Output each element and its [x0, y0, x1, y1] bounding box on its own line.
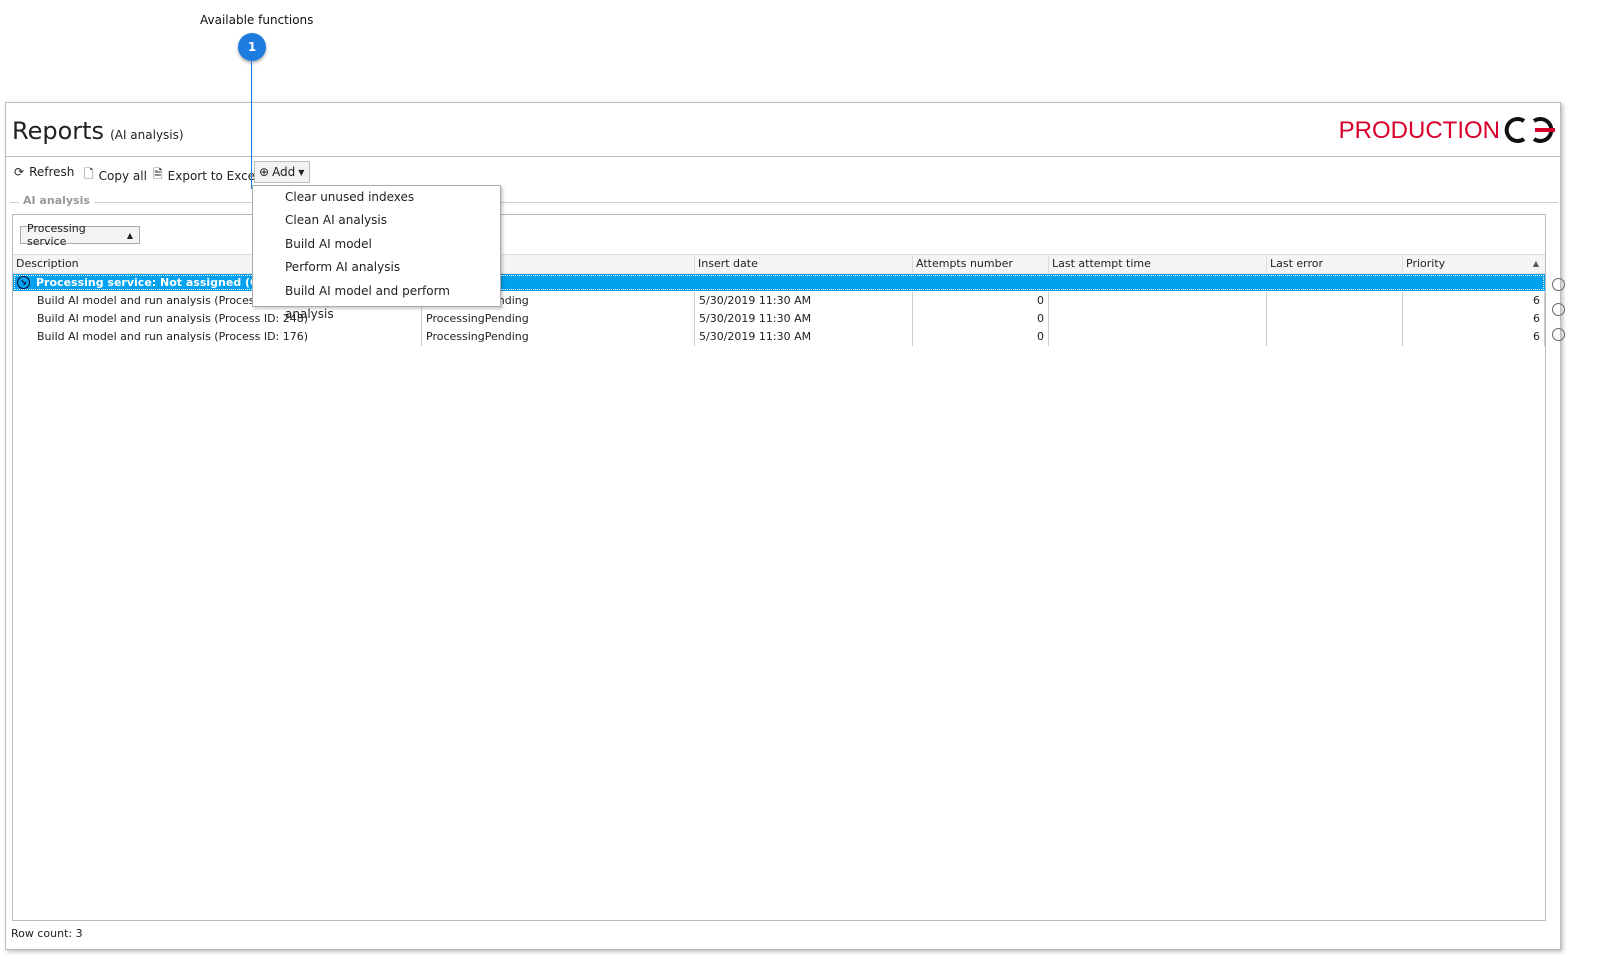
cell-last-attempt [1049, 310, 1267, 328]
cell-insert-date: 5/30/2019 11:30 AM [695, 328, 913, 346]
cell-priority: 6 [1403, 310, 1545, 328]
cell-last-error [1267, 310, 1403, 328]
add-label: Add [272, 165, 296, 179]
cell-description: Build AI model and run analysis (Process… [33, 310, 422, 328]
row-count: Row count: 3 [11, 927, 83, 940]
side-icon[interactable] [1552, 278, 1565, 291]
cell-priority: 6 [1403, 328, 1545, 346]
sort-up-icon: ▲ [1532, 259, 1539, 268]
col-insert-date[interactable]: Insert date [695, 255, 913, 273]
cell-insert-date: 5/30/2019 11:30 AM [695, 310, 913, 328]
refresh-icon: ⟳ [14, 165, 25, 179]
group-row[interactable]: ↘ Processing service: Not assigned (Count [13, 274, 1545, 291]
cell-attempts: 0 [913, 310, 1049, 328]
table-row[interactable]: Build AI model and run analysis (Process… [33, 328, 1545, 346]
cell-last-attempt [1049, 328, 1267, 346]
col-priority[interactable]: Priority ▲ [1403, 255, 1545, 273]
menu-item-build-and-perform[interactable]: Build AI model and perform analysis [253, 280, 500, 321]
group-label: AI analysis [19, 194, 94, 207]
table-row[interactable]: Build AI model and run analysis (Process… [33, 310, 1545, 328]
menu-item-clear-unused-indexes[interactable]: Clear unused indexes [253, 186, 500, 209]
menu-item-build-ai-model[interactable]: Build AI model [253, 233, 500, 256]
chevron-down-icon: ▼ [298, 167, 305, 177]
title-text: Reports [12, 117, 105, 145]
group-divider [10, 202, 1558, 203]
add-dropdown-button[interactable]: ⊕ Add ▼ [254, 161, 310, 183]
copy-icon: 🗋 [84, 167, 94, 181]
collapse-icon[interactable]: ↘ [17, 276, 30, 289]
cell-status: ProcessingPending [422, 328, 695, 346]
side-icon[interactable] [1552, 303, 1565, 316]
cell-attempts: 0 [913, 292, 1049, 310]
col-last-attempt[interactable]: Last attempt time [1049, 255, 1267, 273]
header-divider [6, 156, 1560, 157]
subtitle-text: (AI analysis) [110, 128, 184, 142]
copy-all-label: Copy all [98, 168, 147, 183]
data-grid: Processing service ▲ Description Insert d… [12, 214, 1546, 921]
cell-insert-date: 5/30/2019 11:30 AM [695, 292, 913, 310]
refresh-label: Refresh [29, 165, 75, 179]
cell-last-error [1267, 328, 1403, 346]
company-logo [1504, 117, 1555, 143]
grid-header: Description Insert date Attempts number … [13, 254, 1545, 274]
cell-description: Build AI model and run analysis (Process… [33, 328, 422, 346]
page-title: Reports (AI analysis) [12, 117, 184, 145]
copy-all-button[interactable]: 🗋 Copy all [84, 165, 147, 186]
group-label-text: AI analysis [23, 194, 90, 207]
callout-badge: 1 [238, 33, 266, 61]
cell-priority: 6 [1403, 292, 1545, 310]
export-excel-button[interactable]: 🗎 Export to Excel [153, 165, 258, 186]
add-menu: Clear unused indexes Clean AI analysis B… [252, 185, 501, 321]
menu-item-clean-ai-analysis[interactable]: Clean AI analysis [253, 209, 500, 232]
priority-label: Priority [1406, 257, 1446, 270]
cell-status: ProcessingPending [422, 310, 695, 328]
col-last-error[interactable]: Last error [1267, 255, 1403, 273]
export-label: Export to Excel [167, 168, 259, 183]
groupby-label: Processing service [27, 222, 86, 248]
environment-label: PRODUCTION [1338, 117, 1500, 144]
callout-line [251, 61, 252, 189]
excel-icon: 🗎 [153, 167, 163, 181]
refresh-button[interactable]: ⟳ Refresh [14, 165, 74, 179]
sort-up-icon: ▲ [126, 230, 133, 240]
cell-attempts: 0 [913, 328, 1049, 346]
cell-last-attempt [1049, 292, 1267, 310]
cell-last-error [1267, 292, 1403, 310]
callout-label: Available functions [200, 13, 314, 27]
menu-item-perform-ai-analysis[interactable]: Perform AI analysis [253, 256, 500, 279]
reports-window: Reports (AI analysis) PRODUCTION ⟳ Refresh… [5, 102, 1565, 950]
groupby-chip[interactable]: Processing service ▲ [20, 222, 140, 248]
group-row-text: Processing service: Not assigned (Count [36, 276, 287, 289]
add-icon: ⊕ [259, 165, 270, 179]
col-attempts[interactable]: Attempts number [913, 255, 1049, 273]
side-icon[interactable] [1552, 328, 1565, 341]
